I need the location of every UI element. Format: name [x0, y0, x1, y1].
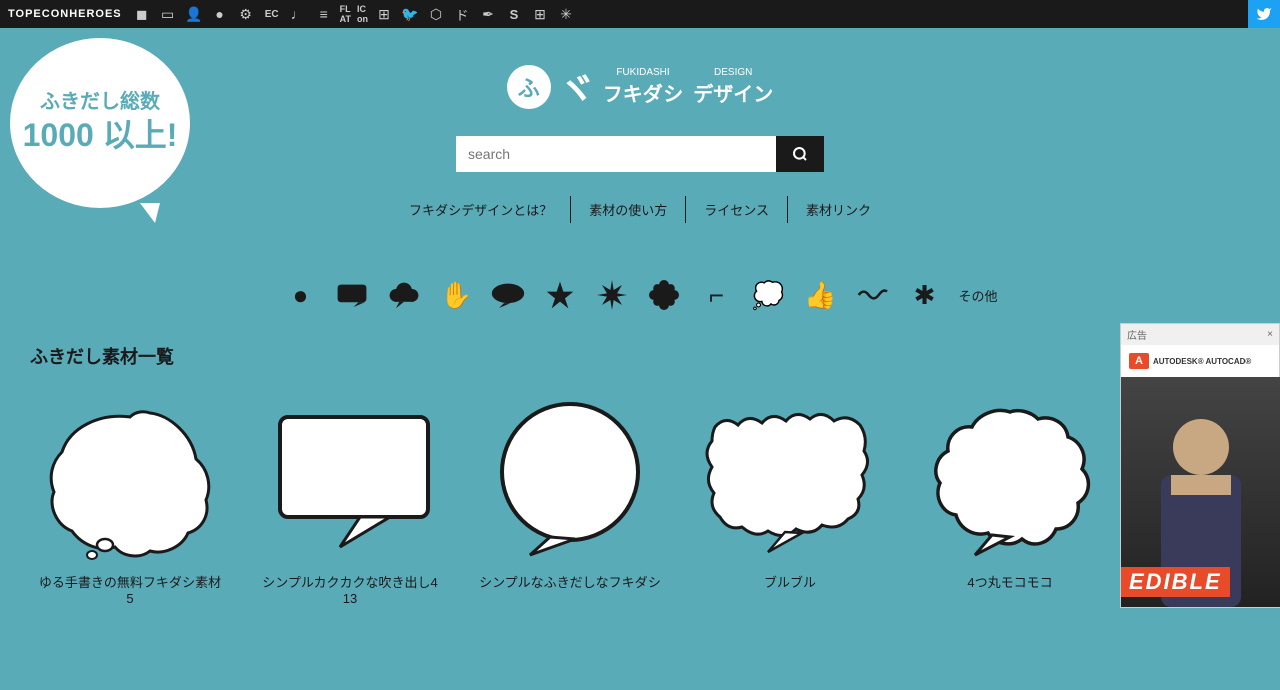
nav-icon-circle[interactable]: ●: [210, 4, 230, 24]
ad-brand-text: AUTODESK® AUTOCAD®: [1153, 357, 1251, 366]
twitter-button[interactable]: [1248, 0, 1280, 28]
card-1-count: 5: [126, 591, 133, 606]
logo-katakana1: フキダシ: [603, 78, 683, 107]
search-button[interactable]: [776, 136, 824, 172]
logo-design-label: DESIGN: [714, 67, 752, 78]
card-3[interactable]: シンプルなふきだしなフキダシ: [470, 389, 670, 606]
nav-links: フキダシデザインとは？ 素材の使い方 ライセンス 素材リンク: [391, 196, 889, 223]
card-4[interactable]: ブルブル: [690, 389, 890, 606]
card-2[interactable]: シンプルカクカクな吹き出し4 13: [250, 389, 450, 606]
card-4-label: ブルブル: [764, 572, 816, 591]
nav-link-usage[interactable]: 素材の使い方: [571, 196, 686, 223]
ad-word: EDIBLE: [1121, 567, 1230, 597]
card-3-image: [470, 389, 670, 564]
nav-icon-music[interactable]: ♩: [288, 4, 308, 24]
card-3-label: シンプルなふきだしなフキダシ: [479, 572, 661, 591]
ad-brand-area: A AUTODESK® AUTOCAD®: [1121, 345, 1279, 377]
card-4-image: [690, 389, 890, 564]
ad-panel: 広告 × A AUTODESK® AUTOCAD® EDIBLE: [1120, 323, 1280, 608]
section-title: ふきだし素材一覧: [30, 343, 1250, 369]
hero-section: ふきだし総数 1000 以上! ふ ヾ FUKIDASHI フキダシ DESIG…: [0, 28, 1280, 263]
nav-icon-burst[interactable]: ✳: [556, 4, 576, 24]
card-1-image: [30, 389, 230, 564]
card-1-label: ゆる手書きの無料フキダシ素材: [39, 572, 221, 591]
card-2-count: 13: [343, 591, 357, 606]
nav-icon-bird[interactable]: 🐦: [400, 4, 420, 24]
filter-corner[interactable]: ⌐: [698, 277, 734, 313]
filter-hand[interactable]: ✋: [438, 277, 474, 313]
nav-icon-person[interactable]: 👤: [184, 4, 204, 24]
logo-circle[interactable]: ふ: [507, 65, 551, 109]
ad-image: EDIBLE: [1121, 377, 1280, 607]
logo-kana: ヾ: [557, 58, 597, 116]
filter-starburst[interactable]: [542, 277, 578, 313]
filter-cloud[interactable]: [386, 277, 422, 313]
nav-icon-gear[interactable]: ⚙: [236, 4, 256, 24]
nav-icon-grid3[interactable]: ⊞: [530, 4, 550, 24]
ad-logo: A: [1129, 353, 1149, 369]
filter-splash[interactable]: [594, 277, 630, 313]
nav-icon-grid2[interactable]: ⊞: [374, 4, 394, 24]
filter-other[interactable]: その他: [958, 286, 997, 305]
filter-rect-speech[interactable]: [334, 277, 370, 313]
nav-icon-icon[interactable]: ICon: [357, 4, 368, 24]
badge-text-line1: ふきだし総数: [40, 89, 160, 115]
nav-link-license[interactable]: ライセンス: [686, 196, 788, 223]
ad-close-button[interactable]: ×: [1267, 329, 1273, 340]
card-2-image: [250, 389, 450, 564]
nav-icon-rect[interactable]: ▭: [158, 4, 178, 24]
ad-header-label: 広告: [1127, 327, 1147, 342]
logo-katakana2: デザイン: [693, 78, 773, 107]
nav-icon-do[interactable]: ド: [452, 4, 472, 24]
nav-icon-s[interactable]: S: [504, 4, 524, 24]
filter-thumb[interactable]: 👍: [802, 277, 838, 313]
filter-flower[interactable]: [646, 277, 682, 313]
nav-icon-pen[interactable]: ✒: [478, 4, 498, 24]
card-5[interactable]: 4つ丸モコモコ: [910, 389, 1110, 606]
content-area: ふきだし素材一覧 ゆる手書きの無料フキダシ素材 5: [0, 323, 1280, 626]
search-area: [456, 136, 824, 172]
card-5-image: [910, 389, 1110, 564]
search-input[interactable]: [456, 136, 776, 172]
filter-thought[interactable]: 💭: [750, 277, 786, 313]
nav-icon-ec[interactable]: EC: [262, 4, 282, 24]
logo-circle-char: ふ: [518, 71, 540, 103]
nav-icon-row: ◼ ▭ 👤 ● ⚙ EC ♩ ≡ FLAT ICon ⊞ 🐦 ⬡ ド ✒ S ⊞…: [132, 4, 1272, 24]
nav-icon-flat[interactable]: FLAT: [340, 4, 351, 24]
logo-furigana: FUKIDASHI: [616, 67, 669, 78]
filter-icon-row: ● ✋: [0, 263, 1280, 323]
badge-text-line2: 1000 以上!: [23, 115, 178, 157]
nav-icon-hexagon[interactable]: ⬡: [426, 4, 446, 24]
nav-link-material[interactable]: 素材リンク: [788, 196, 889, 223]
ad-header: 広告 ×: [1121, 324, 1279, 345]
badge-bubble: ふきだし総数 1000 以上!: [10, 38, 190, 208]
card-5-label: 4つ丸モコモコ: [967, 572, 1052, 591]
filter-circle[interactable]: ●: [282, 277, 318, 313]
nav-icon-lines[interactable]: ≡: [314, 4, 334, 24]
filter-oval-speech[interactable]: [490, 277, 526, 313]
logo-area: ふ ヾ FUKIDASHI フキダシ DESIGN デザイン: [507, 58, 773, 116]
filter-asterisk[interactable]: ✱: [906, 277, 942, 313]
card-1[interactable]: ゆる手書きの無料フキダシ素材 5: [30, 389, 230, 606]
filter-wave[interactable]: [854, 277, 890, 313]
cards-grid: ゆる手書きの無料フキダシ素材 5 シンプルカクカクな吹き出し4 13 シ: [30, 389, 1250, 606]
brand-logo[interactable]: TOPECONHEROES: [8, 8, 122, 20]
card-2-label: シンプルカクカクな吹き出し4: [262, 572, 437, 591]
top-navigation: TOPECONHEROES ◼ ▭ 👤 ● ⚙ EC ♩ ≡ FLAT ICon…: [0, 0, 1280, 28]
nav-icon-square[interactable]: ◼: [132, 4, 152, 24]
nav-link-about[interactable]: フキダシデザインとは？: [391, 196, 571, 223]
